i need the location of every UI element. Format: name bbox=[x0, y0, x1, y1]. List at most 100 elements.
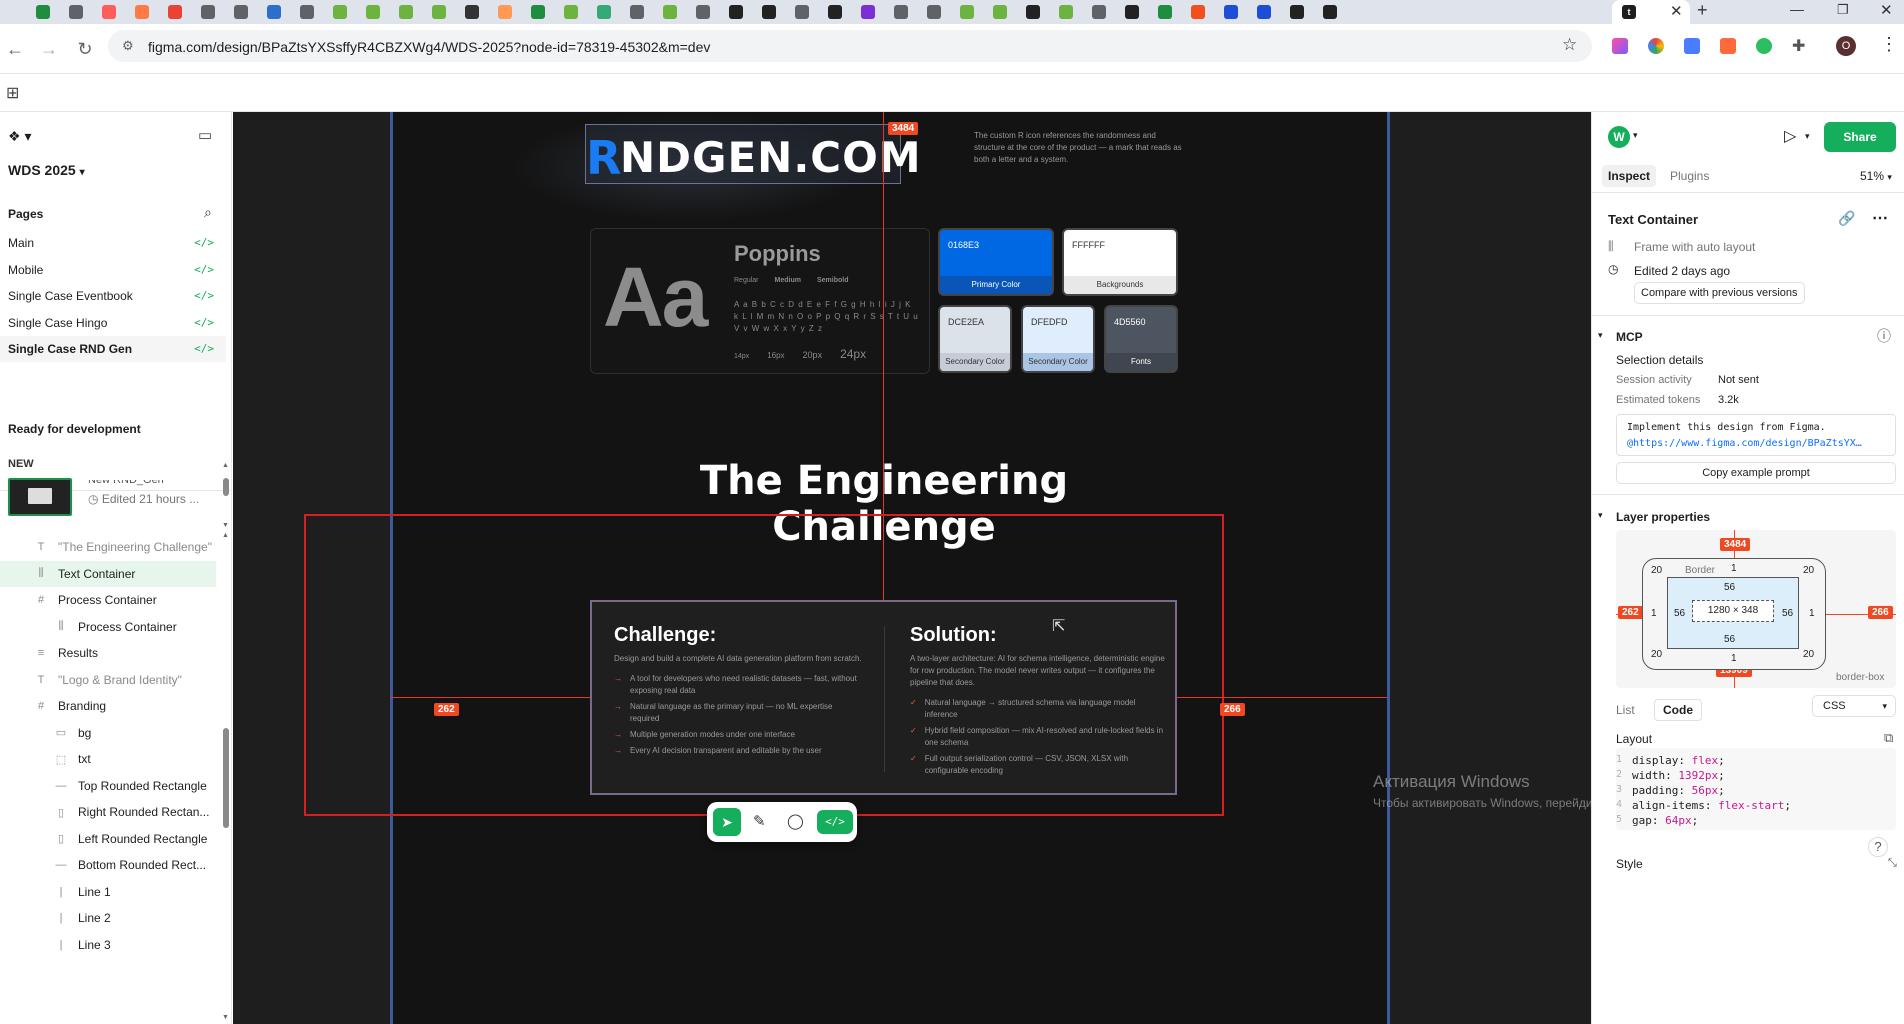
restore-icon[interactable]: ❐ bbox=[1837, 2, 1849, 18]
browser-tab[interactable] bbox=[560, 2, 582, 22]
bookmark-star-icon[interactable]: ☆ bbox=[1562, 35, 1577, 55]
browser-tab[interactable] bbox=[1088, 2, 1110, 22]
layer-row[interactable]: — Top Rounded Rectangle bbox=[0, 773, 216, 799]
close-window-icon[interactable]: ✕ bbox=[1880, 1, 1893, 19]
browser-tab[interactable] bbox=[890, 2, 912, 22]
close-tab-icon[interactable]: ✕ bbox=[1670, 2, 1683, 20]
copy-code-icon[interactable]: ⧉ bbox=[1884, 730, 1893, 746]
dev-code-icon[interactable]: </> bbox=[194, 263, 214, 276]
active-tab[interactable]: t ✕ bbox=[1612, 0, 1690, 24]
chevron-down-icon[interactable]: ▾ bbox=[1598, 510, 1603, 521]
section-new-label[interactable]: NEW bbox=[8, 458, 34, 470]
layer-row[interactable]: ⬚ txt bbox=[0, 746, 216, 772]
dev-code-icon[interactable]: </> bbox=[194, 316, 214, 329]
page-item[interactable]: Single Case Hingo </> bbox=[0, 310, 226, 336]
browser-tab[interactable] bbox=[692, 2, 714, 22]
browser-tab[interactable] bbox=[329, 2, 351, 22]
layer-properties-label[interactable]: Layer properties bbox=[1616, 510, 1710, 524]
prompt-link[interactable]: @https://www.figma.com/design/BPaZtsYX… bbox=[1627, 436, 1885, 452]
layer-row[interactable]: ▭ bg bbox=[0, 720, 216, 746]
browser-tab[interactable] bbox=[956, 2, 978, 22]
chevron-down-icon[interactable]: ▾ bbox=[1598, 330, 1603, 341]
browser-tab[interactable] bbox=[164, 2, 186, 22]
text-container-card[interactable]: Challenge: Design and build a complete A… bbox=[590, 600, 1177, 795]
user-avatar[interactable]: W bbox=[1608, 126, 1630, 148]
layer-row[interactable]: | Line 3 bbox=[0, 932, 216, 958]
help-question-icon[interactable]: ? bbox=[1868, 837, 1888, 857]
design-canvas[interactable]: R NDGEN.COM 3484 The custom R icon refer… bbox=[233, 112, 1591, 1024]
dev-code-icon[interactable]: </> bbox=[194, 289, 214, 302]
address-bar[interactable]: ⚙ figma.com/design/BPaZtsYXSsffyR4CBZXWg… bbox=[108, 30, 1592, 62]
browser-tab[interactable] bbox=[1187, 2, 1209, 22]
browser-tab[interactable] bbox=[461, 2, 483, 22]
resize-handle-icon[interactable]: ⤡ bbox=[1888, 857, 1897, 870]
minimize-icon[interactable]: — bbox=[1790, 1, 1804, 17]
browser-tab[interactable] bbox=[1220, 2, 1242, 22]
help-icon[interactable]: ⓘ bbox=[1877, 326, 1891, 346]
browser-tab[interactable] bbox=[758, 2, 780, 22]
scrollbar[interactable]: ▲ ▼ bbox=[222, 462, 230, 532]
browser-tab[interactable] bbox=[65, 2, 87, 22]
browser-tab[interactable] bbox=[494, 2, 516, 22]
browser-tab[interactable] bbox=[923, 2, 945, 22]
browser-tab[interactable] bbox=[725, 2, 747, 22]
page-item[interactable]: Main </> bbox=[0, 230, 226, 256]
layer-row[interactable]: ⫼ Text Container bbox=[0, 560, 216, 587]
browser-tab[interactable] bbox=[1253, 2, 1275, 22]
browser-tab[interactable] bbox=[197, 2, 219, 22]
layer-row[interactable]: | Line 1 bbox=[0, 879, 216, 905]
page-item[interactable]: Mobile </> bbox=[0, 257, 226, 283]
browser-tab[interactable] bbox=[989, 2, 1011, 22]
layer-row[interactable]: ≡ Results bbox=[0, 640, 216, 666]
layer-row[interactable]: # Branding bbox=[0, 693, 216, 719]
compare-versions-button[interactable]: Compare with previous versions bbox=[1634, 282, 1805, 304]
ready-for-development-label[interactable]: Ready for development bbox=[8, 422, 141, 436]
layer-row[interactable]: ⫼ Process Container bbox=[0, 614, 216, 640]
toggle-sidebar-icon[interactable]: ▭ bbox=[198, 126, 212, 144]
present-play-icon[interactable]: ▷ bbox=[1784, 126, 1796, 146]
dev-mode-toggle-icon[interactable]: </> bbox=[817, 810, 853, 834]
color-swatch[interactable]: 4D5560 Fonts bbox=[1104, 305, 1178, 373]
layer-row[interactable]: T "Logo & Brand Identity" bbox=[0, 667, 216, 693]
browser-menu-icon[interactable]: ⋮ bbox=[1880, 34, 1898, 55]
browser-tab[interactable] bbox=[362, 2, 384, 22]
comment-tool-icon[interactable]: ◯ bbox=[787, 812, 804, 830]
browser-tab[interactable] bbox=[527, 2, 549, 22]
layer-row[interactable]: T "The Engineering Challenge" bbox=[0, 534, 216, 560]
search-icon[interactable]: ⌕ bbox=[204, 204, 212, 221]
browser-tab[interactable] bbox=[593, 2, 615, 22]
reload-icon[interactable]: ↻ bbox=[74, 38, 96, 60]
color-swatch[interactable]: DFEDFD Secondary Color bbox=[1021, 305, 1095, 373]
profile-avatar[interactable]: O bbox=[1836, 36, 1856, 56]
layer-row[interactable]: — Bottom Rounded Rect... bbox=[0, 852, 216, 878]
page-item[interactable]: Single Case RND Gen </> bbox=[0, 336, 226, 362]
layer-row[interactable]: # Process Container bbox=[0, 587, 216, 613]
move-tool-icon[interactable]: ➤ bbox=[713, 808, 741, 836]
file-name[interactable]: WDS 2025 ▾ bbox=[8, 162, 85, 178]
chevron-down-icon[interactable]: ▾ bbox=[1805, 131, 1810, 142]
layers-scrollbar[interactable]: ▲ ▼ bbox=[222, 532, 230, 1024]
apps-grid-icon[interactable]: ⊞ bbox=[6, 83, 19, 103]
dev-code-icon[interactable]: </> bbox=[194, 236, 214, 249]
browser-tab[interactable] bbox=[857, 2, 879, 22]
example-prompt-box[interactable]: Implement this design from Figma. @https… bbox=[1616, 414, 1896, 456]
pen-tool-icon[interactable]: ✎ bbox=[753, 812, 766, 830]
share-button[interactable]: Share bbox=[1824, 122, 1896, 152]
frame-thumbnail[interactable] bbox=[8, 478, 72, 516]
copy-prompt-button[interactable]: Copy example prompt bbox=[1616, 462, 1896, 484]
tab-list[interactable]: List bbox=[1610, 701, 1641, 719]
color-swatch[interactable]: 0168E3 Primary Color bbox=[938, 228, 1054, 296]
extension-icon[interactable] bbox=[1648, 38, 1664, 54]
browser-tab[interactable] bbox=[98, 2, 120, 22]
color-swatch[interactable]: FFFFFF Backgrounds bbox=[1062, 228, 1178, 296]
browser-tab[interactable] bbox=[131, 2, 153, 22]
extension-icon[interactable] bbox=[1612, 38, 1628, 54]
extensions-puzzle-icon[interactable]: ✚ bbox=[1792, 36, 1805, 56]
browser-tab[interactable] bbox=[1286, 2, 1308, 22]
browser-tab[interactable] bbox=[1154, 2, 1176, 22]
dev-code-icon[interactable]: </> bbox=[194, 342, 214, 355]
browser-tab[interactable] bbox=[824, 2, 846, 22]
zoom-level[interactable]: 51% ▾ bbox=[1860, 169, 1892, 183]
browser-tab[interactable] bbox=[659, 2, 681, 22]
browser-tab[interactable] bbox=[428, 2, 450, 22]
